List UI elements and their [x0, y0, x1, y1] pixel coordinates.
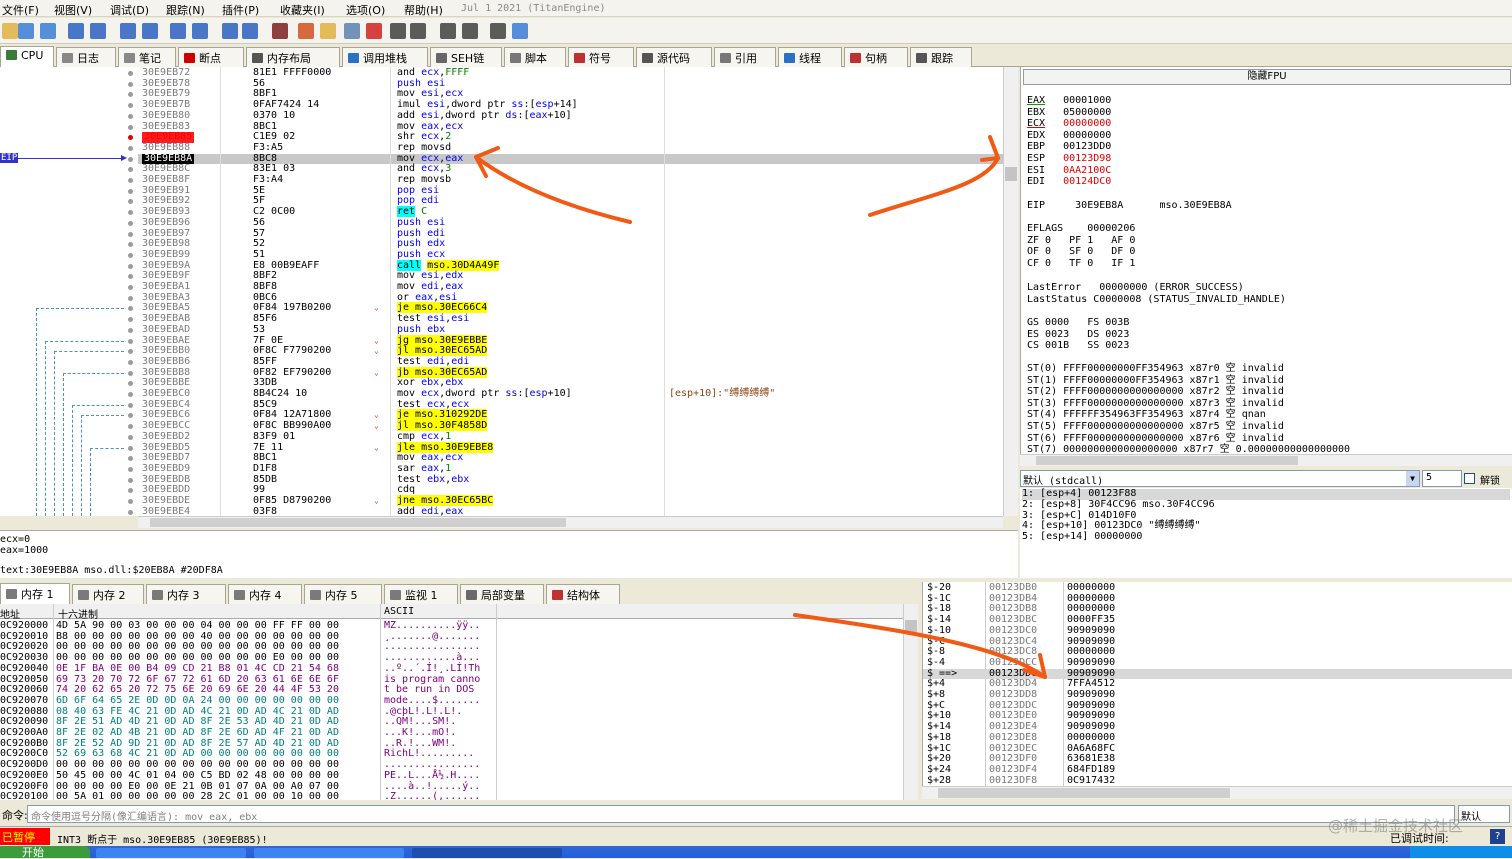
annotation-arrow [868, 156, 1000, 217]
annotation-arrowhead [980, 135, 1000, 162]
annotation-arrow [474, 155, 632, 224]
annotation-arrow [793, 613, 1047, 679]
annotation-overlay [474, 135, 1047, 679]
